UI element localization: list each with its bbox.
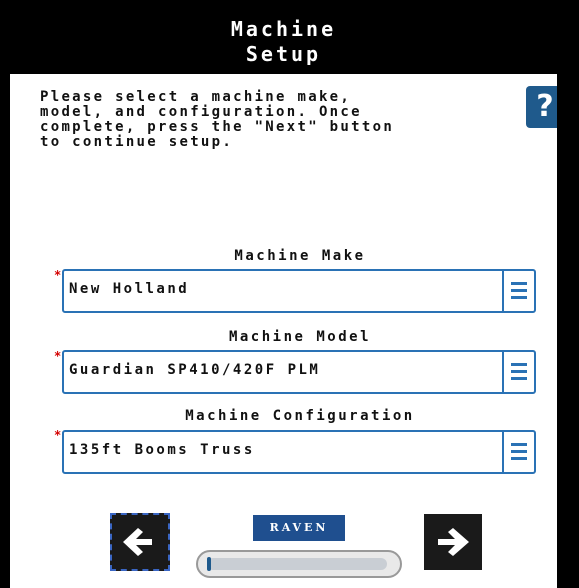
next-button[interactable] bbox=[424, 514, 482, 570]
setup-progress-bar bbox=[196, 550, 402, 578]
required-marker: * bbox=[54, 428, 62, 442]
arrow-right-icon bbox=[438, 528, 469, 556]
progress-track bbox=[207, 558, 387, 570]
machine-configuration-value: 135ft Booms Truss bbox=[69, 442, 255, 458]
machine-make-label: Machine Make bbox=[234, 248, 366, 264]
title-line-1: Machine bbox=[230, 17, 337, 41]
help-button[interactable]: ? bbox=[526, 86, 557, 128]
machine-configuration-field[interactable]: 135ft Booms Truss bbox=[62, 430, 536, 474]
back-button[interactable] bbox=[110, 513, 170, 571]
machine-model-value: Guardian SP410/420F PLM bbox=[69, 362, 321, 378]
machine-configuration-label: Machine Configuration bbox=[185, 408, 415, 424]
machine-make-value: New Holland bbox=[69, 281, 190, 297]
raven-logo: RAVEN bbox=[253, 515, 345, 541]
title-line-2: Setup bbox=[245, 42, 322, 66]
page-title: Machine Setup bbox=[10, 10, 557, 74]
required-marker: * bbox=[54, 349, 62, 363]
setup-panel: Machine Setup Please select a machine ma… bbox=[10, 10, 557, 588]
machine-model-field[interactable]: Guardian SP410/420F PLM bbox=[62, 350, 536, 394]
arrow-left-icon bbox=[123, 528, 152, 556]
progress-indicator bbox=[207, 557, 211, 571]
machine-model-menu-button[interactable] bbox=[502, 352, 534, 392]
required-marker: * bbox=[54, 268, 62, 282]
machine-make-menu-button[interactable] bbox=[502, 271, 534, 311]
machine-model-label: Machine Model bbox=[228, 329, 372, 345]
machine-configuration-menu-button[interactable] bbox=[502, 432, 534, 472]
instructions-text: Please select a machine make, model, and… bbox=[40, 89, 395, 150]
help-icon: ? bbox=[536, 89, 554, 124]
machine-make-field[interactable]: New Holland bbox=[62, 269, 536, 313]
